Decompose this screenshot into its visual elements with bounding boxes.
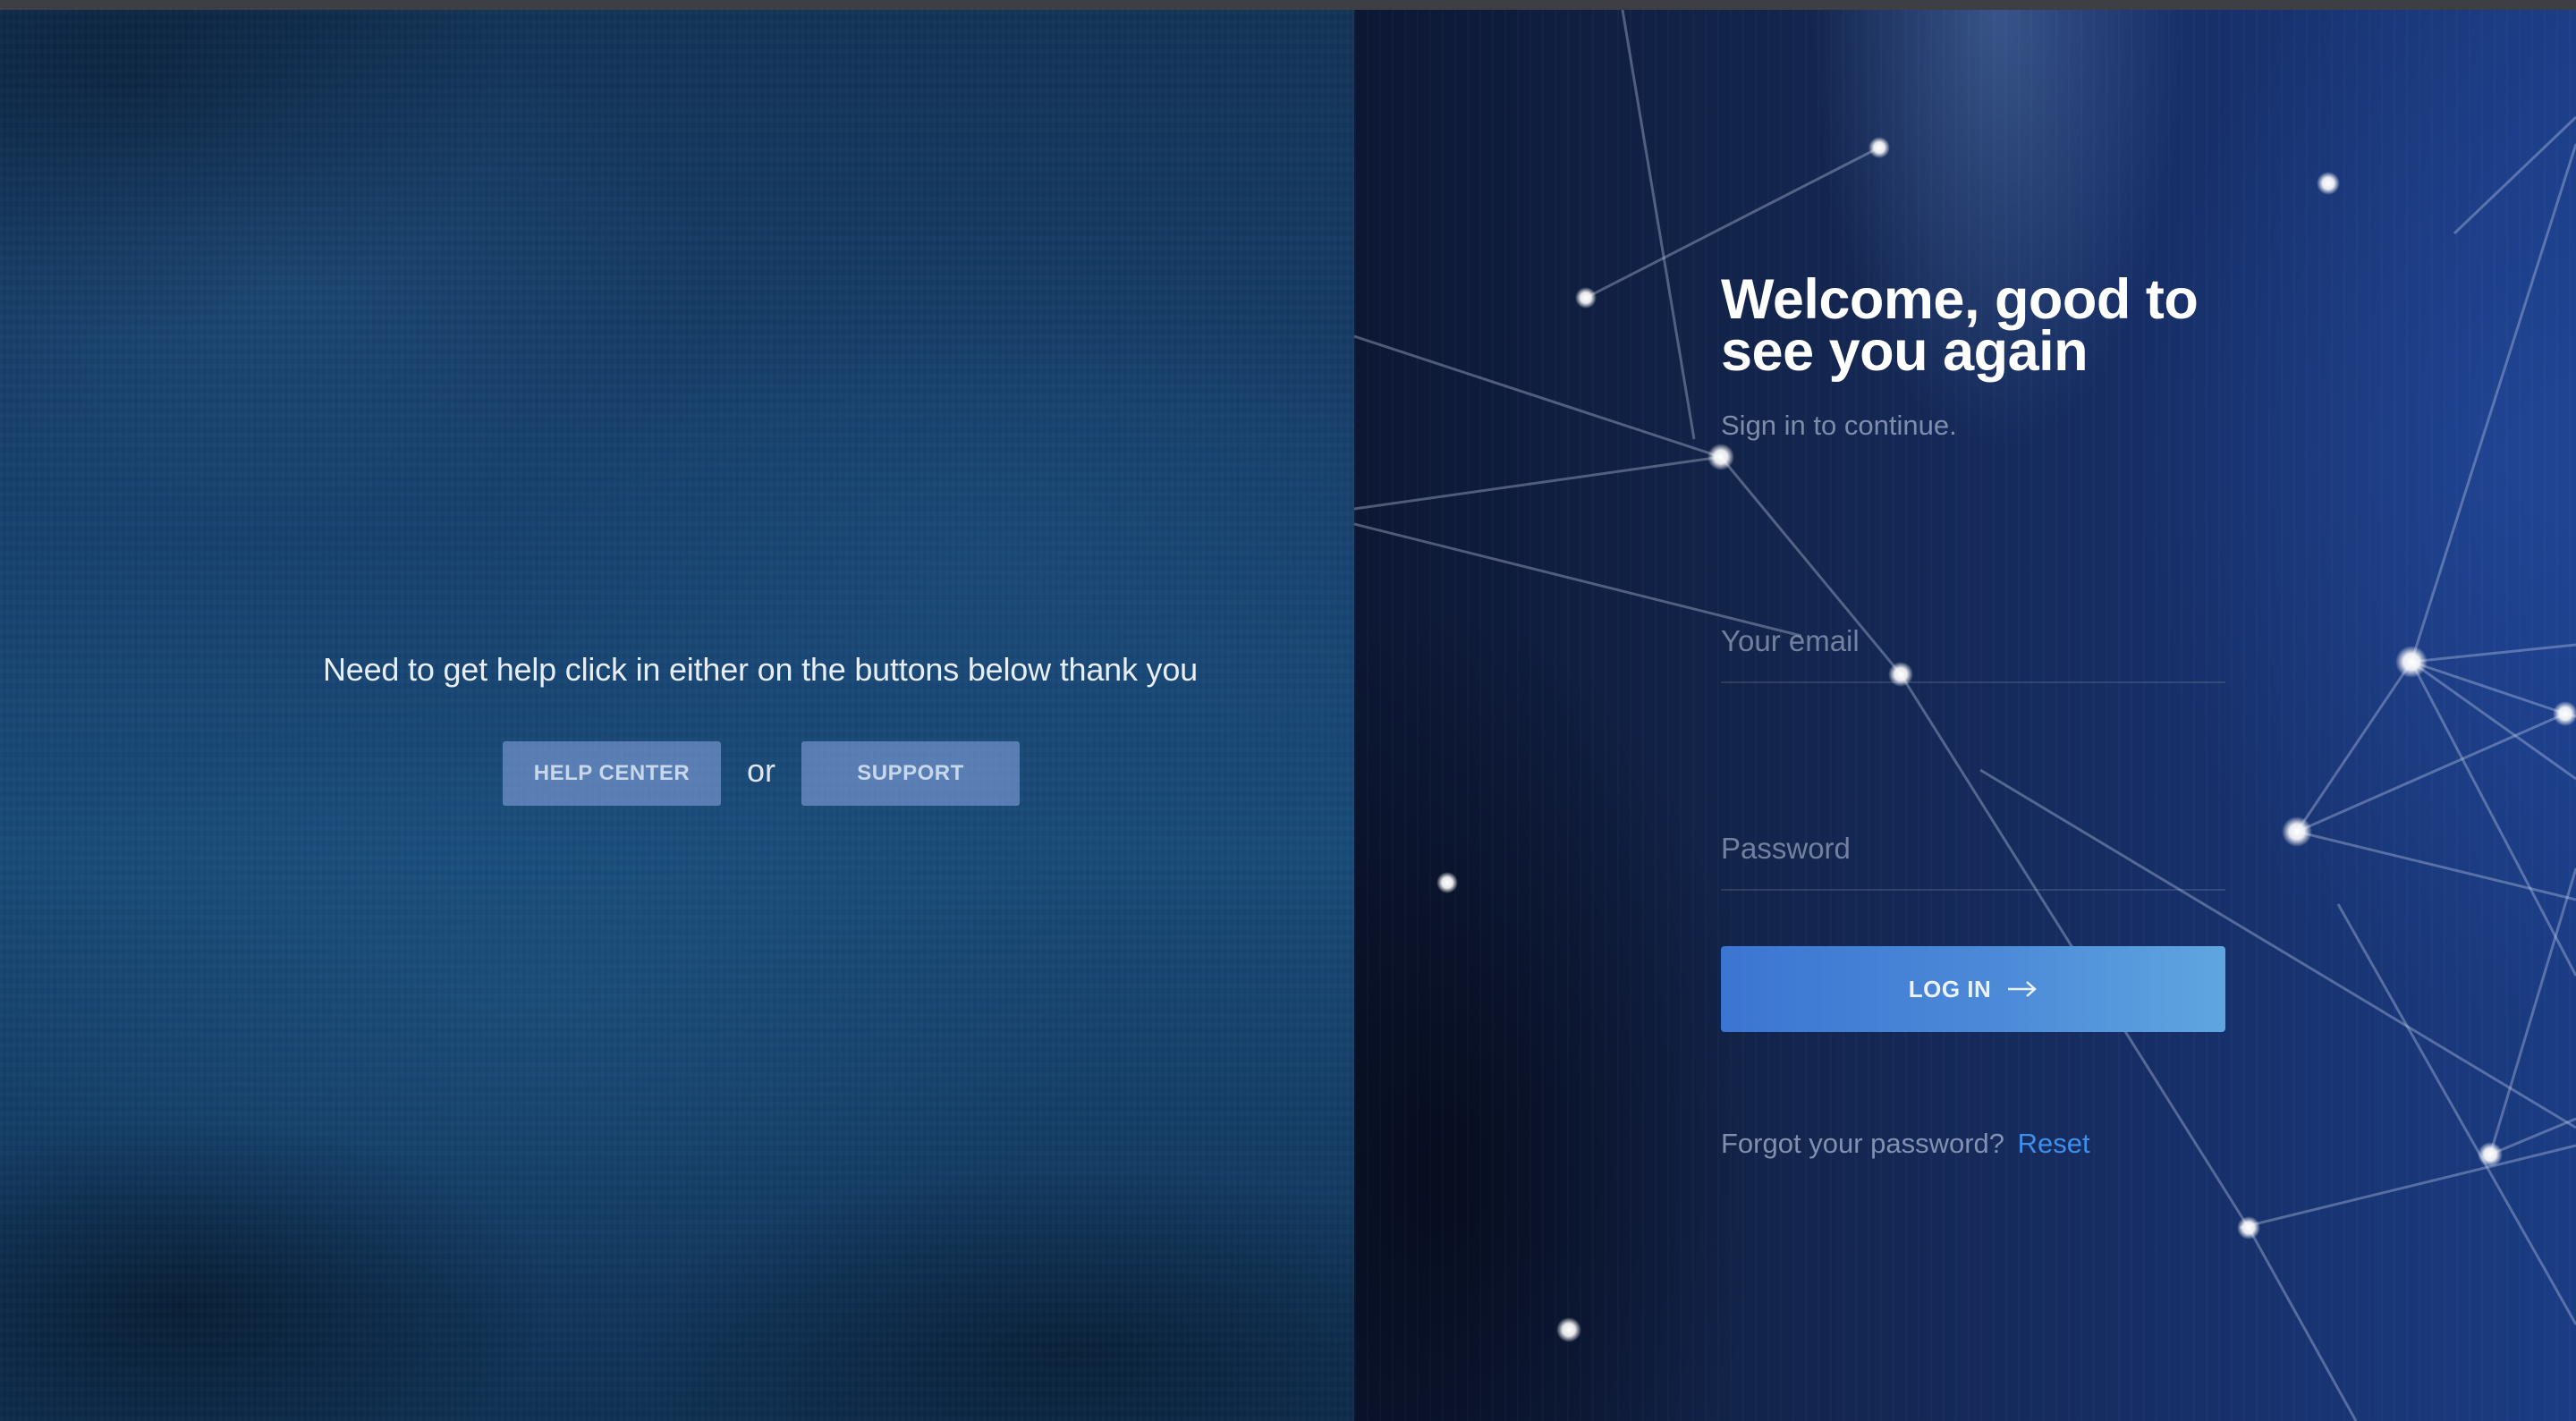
welcome-heading: Welcome, good to see you again	[1721, 272, 2222, 380]
email-field	[1721, 624, 2225, 683]
support-button[interactable]: SUPPORT	[801, 741, 1020, 806]
password-input[interactable]	[1721, 832, 2225, 889]
reset-password-link[interactable]: Reset	[2018, 1128, 2090, 1159]
arrow-right-icon	[2008, 981, 2038, 997]
welcome-heading-line-2: see you again	[1721, 320, 2089, 383]
email-input[interactable]	[1721, 624, 2225, 681]
login-panel: Welcome, good to see you again Sign in t…	[1354, 10, 2576, 1421]
forgot-password-text: Forgot your password?	[1721, 1128, 2005, 1159]
help-center-button[interactable]: HELP CENTER	[503, 741, 721, 806]
background-texture	[0, 10, 1354, 1421]
help-message: Need to get help click in either on the …	[322, 651, 1199, 688]
login-button-label: LOG IN	[1908, 975, 1992, 1002]
window-top-bar	[0, 0, 2576, 10]
or-separator: or	[746, 752, 775, 789]
login-button[interactable]: LOG IN	[1721, 946, 2225, 1032]
password-field	[1721, 832, 2225, 891]
help-panel: Need to get help click in either on the …	[0, 10, 1354, 1421]
help-button-row: HELP CENTER or SUPPORT	[503, 741, 1020, 806]
forgot-password-row: Forgot your password? Reset	[1721, 1128, 2090, 1160]
login-form: Welcome, good to see you again Sign in t…	[1721, 272, 2225, 1159]
sign-in-subtitle: Sign in to continue.	[1721, 410, 1957, 441]
network-background-graphic	[1354, 10, 2576, 1421]
